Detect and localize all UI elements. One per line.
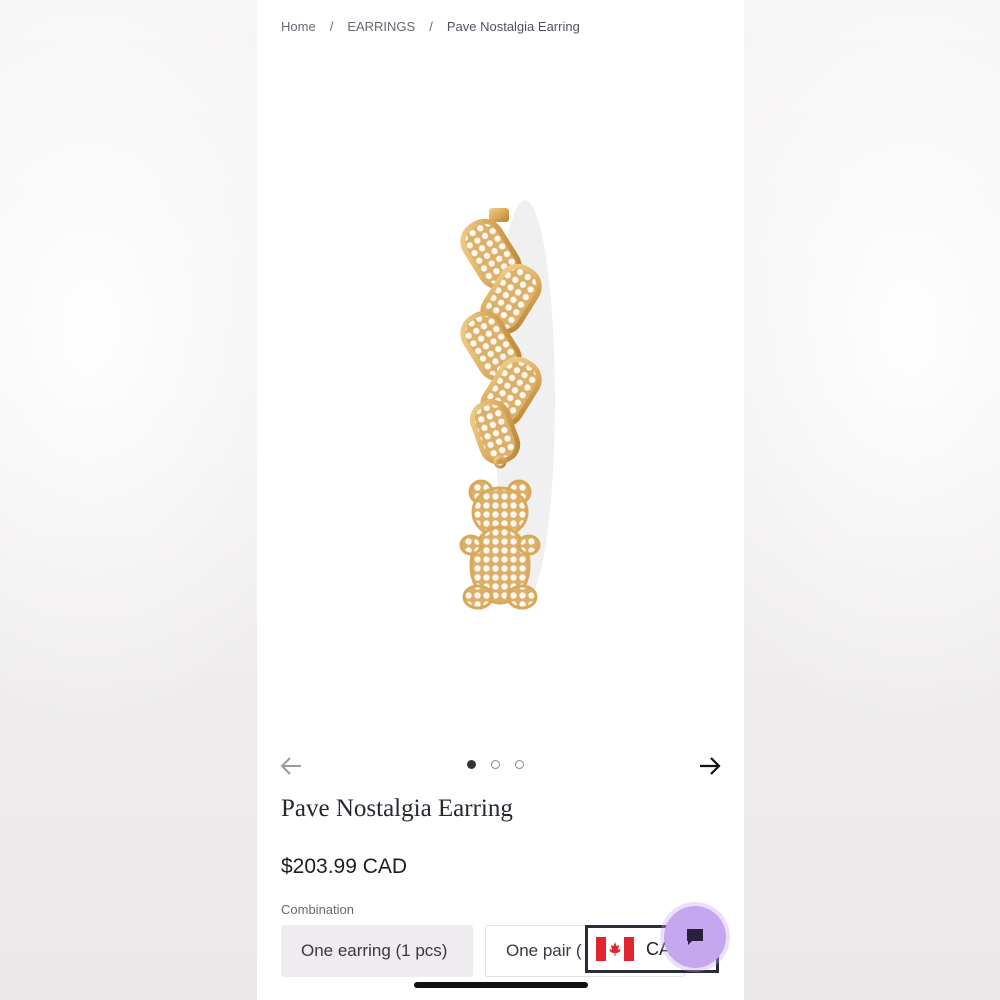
arrow-right-icon[interactable]: [696, 752, 724, 780]
product-title: Pave Nostalgia Earring: [281, 795, 513, 822]
carousel-dot[interactable]: [515, 760, 524, 769]
product-page: Home / EARRINGS / Pave Nostalgia Earring: [257, 0, 744, 1000]
combination-label: Combination: [281, 902, 354, 917]
arrow-left-icon[interactable]: [277, 752, 305, 780]
product-image[interactable]: [257, 60, 744, 740]
product-price: $203.99 CAD: [281, 855, 408, 878]
chat-button[interactable]: [664, 906, 726, 968]
carousel-dot[interactable]: [467, 760, 476, 769]
breadcrumb-category[interactable]: EARRINGS: [347, 19, 415, 34]
home-indicator: [414, 982, 588, 988]
option-one-earring[interactable]: One earring (1 pcs): [281, 925, 473, 977]
breadcrumb-home[interactable]: Home: [281, 19, 316, 34]
breadcrumb-current: Pave Nostalgia Earring: [446, 18, 580, 34]
breadcrumb-separator: /: [429, 18, 433, 34]
canada-flag-icon: [596, 937, 634, 961]
chat-bubble-icon: [687, 929, 703, 945]
breadcrumb-separator: /: [329, 18, 334, 34]
carousel-dot[interactable]: [491, 760, 500, 769]
breadcrumb: Home / EARRINGS / Pave Nostalgia Earring: [281, 16, 580, 36]
carousel-dots: [467, 760, 524, 769]
